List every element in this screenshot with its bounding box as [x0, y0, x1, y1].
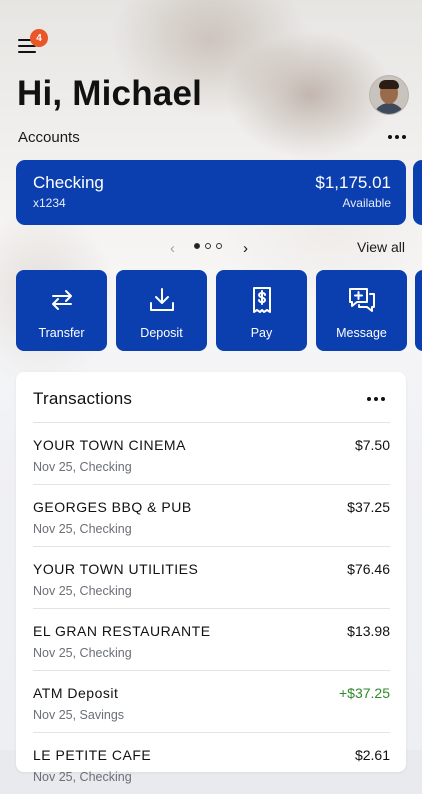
transaction-amount-credit: +$37.25	[339, 685, 390, 701]
accounts-section-label: Accounts	[18, 129, 80, 146]
table-row[interactable]: YOUR TOWN UTILITIES Nov 25, Checking $76…	[33, 546, 390, 608]
transaction-meta: Nov 25, Checking	[33, 646, 132, 660]
transaction-merchant: YOUR TOWN CINEMA	[33, 437, 186, 453]
account-pager-dots	[194, 243, 222, 249]
transfer-button[interactable]: Transfer	[16, 270, 107, 351]
transaction-amount: $13.98	[347, 623, 390, 639]
account-balance-label: Available	[342, 196, 391, 210]
transaction-amount: $76.46	[347, 561, 390, 577]
transaction-meta: Nov 25, Checking	[33, 770, 132, 784]
account-name: Checking	[33, 173, 104, 192]
transaction-meta: Nov 25, Checking	[33, 584, 132, 598]
transaction-meta: Nov 25, Checking	[33, 460, 132, 474]
transaction-meta: Nov 25, Savings	[33, 708, 125, 722]
account-balance: $1,175.01	[315, 173, 391, 192]
transaction-merchant: EL GRAN RESTAURANTE	[33, 623, 211, 639]
transaction-merchant: ATM Deposit	[33, 685, 119, 701]
message-button[interactable]: Message	[316, 270, 407, 351]
table-row[interactable]: GEORGES BBQ & PUB Nov 25, Checking $37.2…	[33, 484, 390, 546]
more-actions-peek[interactable]	[415, 270, 422, 351]
notification-badge: 4	[30, 29, 48, 47]
pager-dot	[205, 243, 211, 249]
message-label: Message	[336, 326, 387, 340]
transactions-list: YOUR TOWN CINEMA Nov 25, Checking $7.50 …	[33, 422, 390, 794]
chevron-left-icon[interactable]: ‹	[170, 240, 175, 257]
chat-plus-icon	[348, 288, 375, 312]
next-account-card-peek[interactable]	[413, 160, 422, 225]
table-row[interactable]: YOUR TOWN CINEMA Nov 25, Checking $7.50	[33, 422, 390, 484]
transaction-merchant: YOUR TOWN UTILITIES	[33, 561, 199, 577]
chevron-right-icon[interactable]: ›	[243, 240, 248, 257]
pay-label: Pay	[250, 326, 273, 340]
pay-button[interactable]: Pay	[216, 270, 307, 351]
table-row[interactable]: ATM Deposit Nov 25, Savings +$37.25	[33, 670, 390, 732]
profile-avatar[interactable]	[369, 75, 409, 115]
accounts-more-icon[interactable]	[388, 135, 406, 139]
table-row[interactable]: EL GRAN RESTAURANTE Nov 25, Checking $13…	[33, 608, 390, 670]
pager-dot	[216, 243, 222, 249]
transaction-merchant: GEORGES BBQ & PUB	[33, 499, 192, 515]
view-all-link[interactable]: View all	[357, 239, 405, 255]
deposit-button[interactable]: Deposit	[116, 270, 207, 351]
transactions-panel: Transactions YOUR TOWN CINEMA Nov 25, Ch…	[16, 372, 406, 784]
receipt-dollar-icon	[252, 287, 271, 313]
transaction-merchant: LE PETITE CAFE	[33, 747, 152, 763]
account-card-checking[interactable]: Checking x1234 $1,175.01 Available	[16, 160, 406, 225]
pager-dot-active	[194, 243, 200, 249]
transactions-title: Transactions	[33, 389, 133, 408]
transfer-arrows-icon	[51, 290, 72, 310]
transaction-amount: $2.61	[354, 747, 390, 763]
account-number: x1234	[33, 196, 66, 210]
transactions-more-icon[interactable]	[367, 397, 385, 401]
greeting-title: Hi, Michael	[17, 74, 203, 113]
transfer-label: Transfer	[38, 326, 85, 340]
transaction-amount: $37.25	[347, 499, 390, 515]
table-row[interactable]: LE PETITE CAFE Nov 25, Checking $2.61	[33, 732, 390, 794]
download-tray-icon	[149, 288, 174, 311]
transaction-amount: $7.50	[354, 437, 390, 453]
deposit-label: Deposit	[140, 326, 183, 340]
transaction-meta: Nov 25, Checking	[33, 522, 132, 536]
